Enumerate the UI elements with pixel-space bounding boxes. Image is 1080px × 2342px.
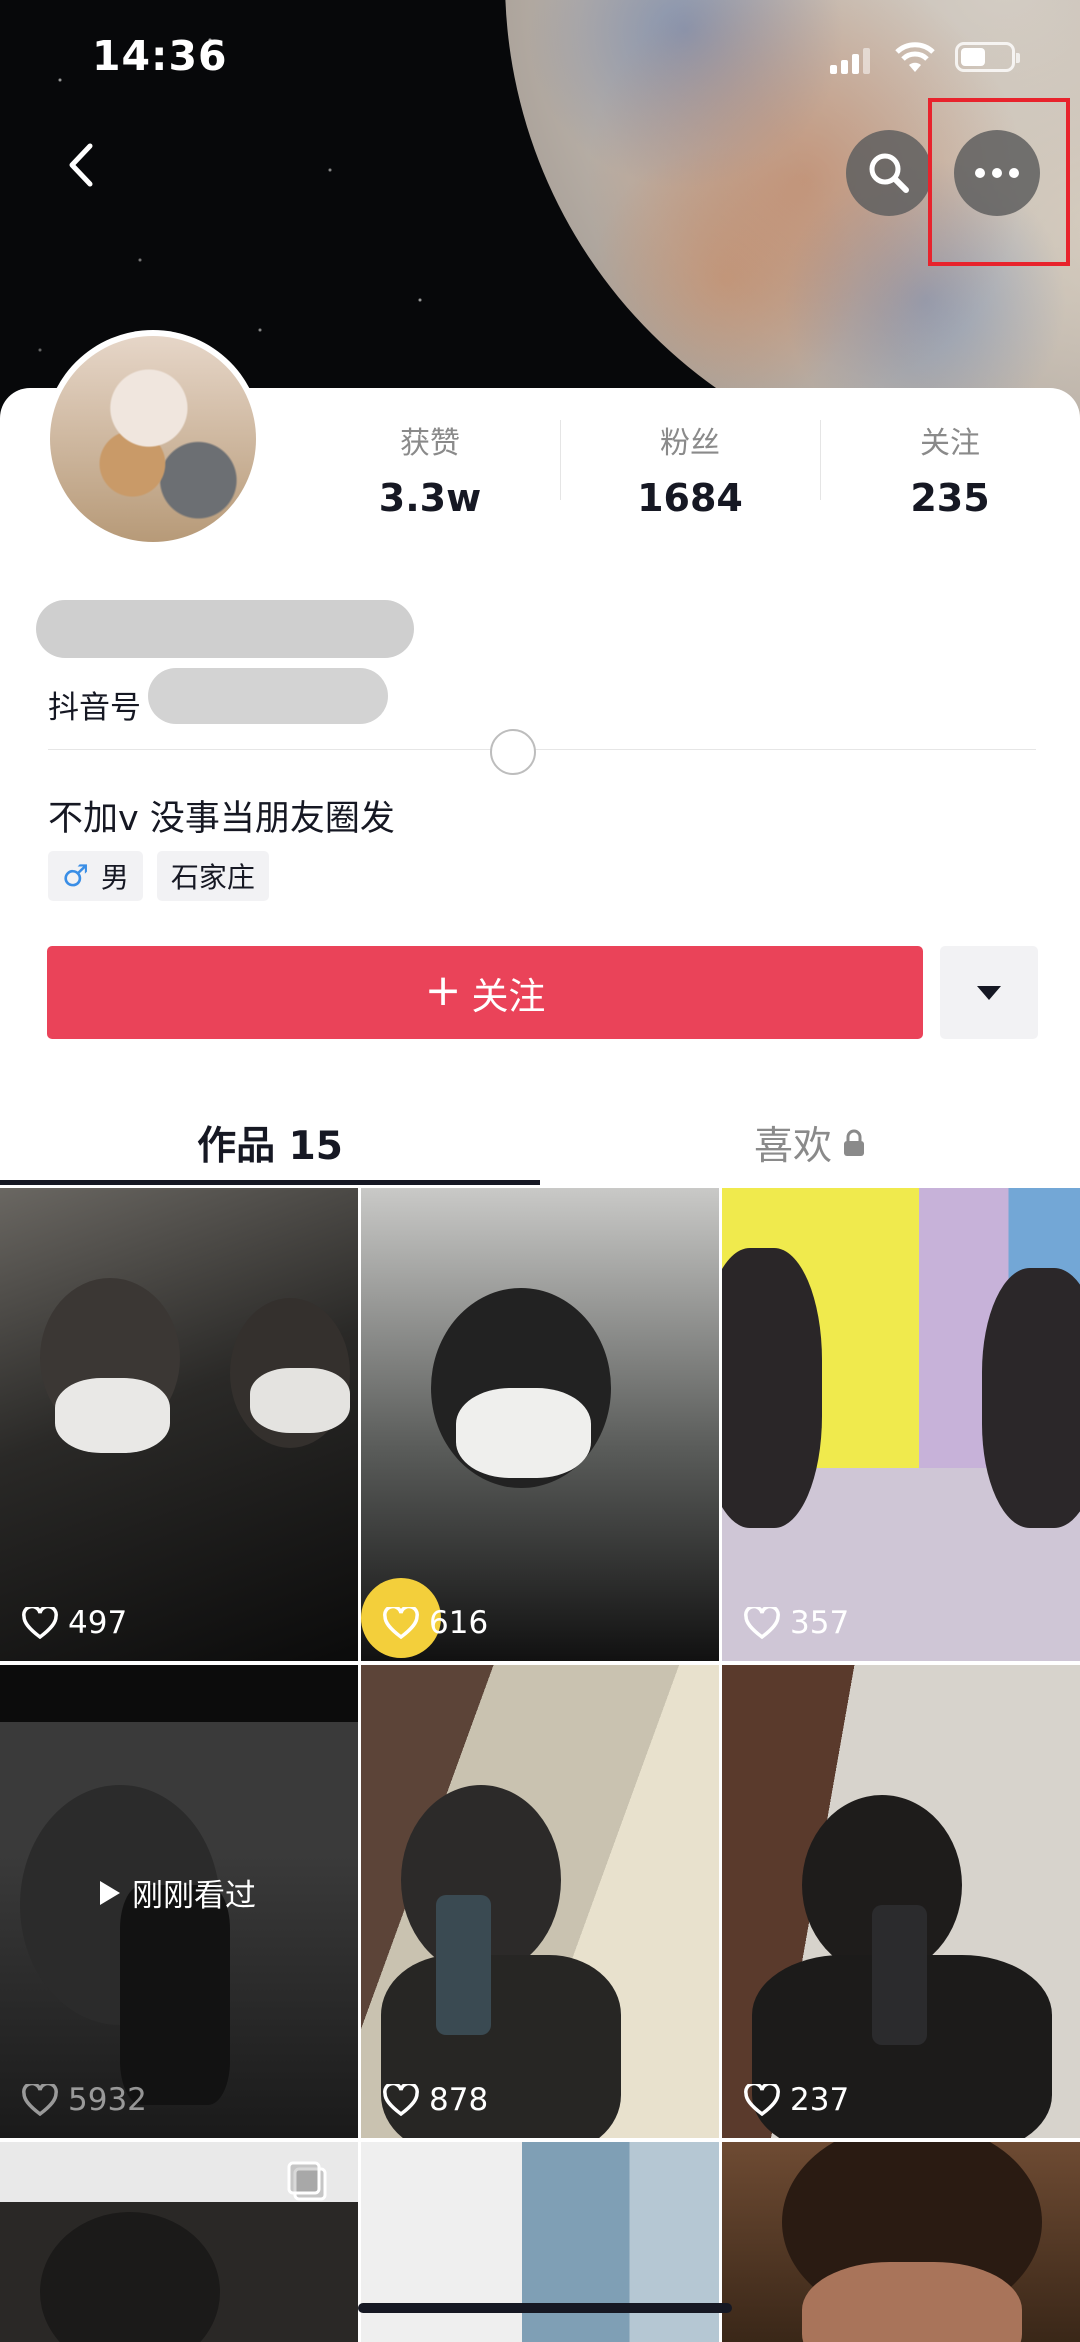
male-icon: ♂: [62, 858, 89, 894]
douyin-id-redacted: [148, 668, 388, 724]
lock-icon: [844, 1129, 864, 1156]
battery-icon: [955, 42, 1020, 72]
like-count: 357: [744, 1605, 849, 1641]
signal-icon: [830, 48, 870, 74]
like-count-text: 878: [429, 2082, 489, 2118]
like-count: 237: [744, 2082, 849, 2118]
plus-icon: +: [424, 964, 462, 1016]
caret-down-icon: [977, 985, 1001, 1000]
like-count-text: 237: [790, 2082, 850, 2118]
video-thumbnail[interactable]: 237: [722, 1665, 1080, 2138]
stat-label: 粉丝: [660, 426, 720, 461]
like-count-text: 5932: [68, 2082, 147, 2118]
status-time: 14:36: [92, 32, 228, 80]
video-thumbnail[interactable]: 497: [0, 1188, 358, 1661]
tab-likes[interactable]: 喜欢: [540, 1095, 1080, 1190]
tab-underline: [0, 1180, 540, 1185]
bio-text: 不加v 没事当朋友圈发: [48, 799, 395, 839]
heart-icon: [744, 1607, 780, 1639]
video-thumbnail[interactable]: 616: [361, 1188, 719, 1661]
gender-text: 男: [100, 861, 129, 894]
video-thumbnail[interactable]: [0, 2142, 358, 2342]
recently-watched-text: 刚刚看过: [132, 1878, 256, 1914]
stat-label: 获赞: [400, 426, 460, 461]
stat-value: 1684: [637, 476, 743, 520]
wifi-icon: [895, 42, 935, 72]
profile-tabs: 作品 15 喜欢: [0, 1095, 1080, 1190]
profile-stats: 获赞 3.3w 粉丝 1684 关注 235: [300, 416, 1080, 526]
username-redacted: [36, 600, 414, 658]
home-indicator: [358, 2303, 732, 2313]
like-count-text: 497: [68, 1605, 128, 1641]
like-count: 497: [22, 1605, 127, 1641]
tab-likes-label: 喜欢: [753, 1123, 832, 1169]
tab-works-label: 作品 15: [197, 1123, 343, 1169]
video-thumbnail[interactable]: 刚刚看过 5932: [0, 1665, 358, 2138]
search-button[interactable]: [846, 130, 932, 216]
location-text: 石家庄: [170, 861, 255, 894]
heart-icon: [744, 2084, 780, 2116]
location-tag: 石家庄: [156, 851, 269, 901]
like-count: 878: [383, 2082, 488, 2118]
video-thumbnail[interactable]: 357: [722, 1188, 1080, 1661]
gender-tag: ♂ 男: [48, 851, 143, 901]
expand-toggle[interactable]: [490, 729, 536, 775]
stat-following[interactable]: 关注 235: [820, 416, 1080, 526]
follow-label: 关注: [471, 974, 546, 1018]
video-thumbnail[interactable]: 878: [361, 1665, 719, 2138]
stat-value: 3.3w: [378, 476, 482, 520]
stat-likes[interactable]: 获赞 3.3w: [300, 416, 560, 526]
avatar[interactable]: [44, 330, 262, 548]
play-icon: [100, 1880, 120, 1905]
stat-label: 关注: [920, 426, 980, 461]
douyin-id-label: 抖音号: [48, 690, 141, 726]
status-bar: 14:36: [0, 0, 1080, 120]
like-count: 616: [383, 1605, 488, 1641]
gallery-icon: [287, 2161, 327, 2201]
heart-icon: [22, 2084, 58, 2116]
divider: [48, 749, 1036, 750]
search-icon: [869, 153, 909, 193]
back-icon: [69, 143, 93, 187]
follow-button[interactable]: + 关注: [47, 946, 923, 1039]
profile-tags: ♂ 男 石家庄: [48, 851, 269, 901]
heart-icon: [383, 1607, 419, 1639]
heart-icon: [383, 2084, 419, 2116]
stat-value: 235: [910, 476, 990, 520]
tab-works[interactable]: 作品 15: [0, 1095, 540, 1190]
video-thumbnail[interactable]: [722, 2142, 1080, 2342]
like-count: 5932: [22, 2082, 147, 2118]
recently-watched-badge: 刚刚看过: [98, 1870, 256, 1915]
heart-icon: [22, 1607, 58, 1639]
stat-followers[interactable]: 粉丝 1684: [560, 416, 820, 526]
like-count-text: 616: [429, 1605, 489, 1641]
highlight-box: [928, 98, 1070, 266]
recommend-dropdown-button[interactable]: [940, 946, 1038, 1039]
like-count-text: 357: [790, 1605, 850, 1641]
back-button[interactable]: [48, 132, 114, 198]
